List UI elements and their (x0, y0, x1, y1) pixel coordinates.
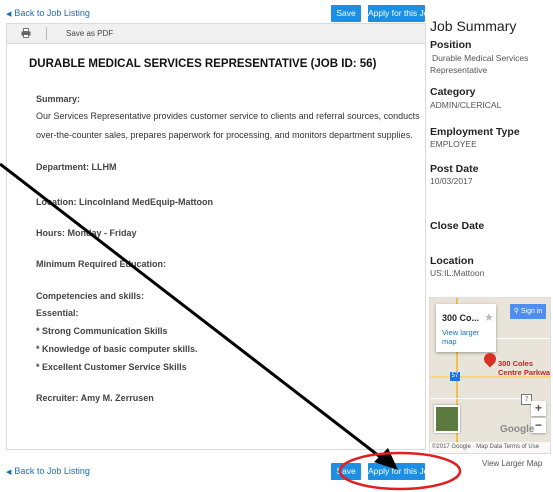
back-triangle-icon: ◀ (6, 11, 12, 18)
printer-icon[interactable] (21, 28, 31, 38)
min-education: Minimum Required Education: (36, 259, 167, 269)
google-logo: Google (500, 424, 535, 435)
map-place-title: 300 Co... (442, 313, 480, 323)
user-icon: ⚲ (513, 308, 519, 315)
apply-button-top[interactable]: Apply for this Job (368, 5, 433, 22)
essential-heading: Essential: (36, 308, 79, 318)
document-toolbar: Save as PDF (7, 24, 425, 44)
category-label: Category (430, 86, 476, 98)
skill-item: * Excellent Customer Service Skills (36, 362, 187, 372)
map-pin-icon[interactable] (481, 350, 499, 368)
sign-in-label: Sign in (520, 308, 543, 315)
map-place-card: 300 Co... ★ View larger map (436, 304, 496, 352)
star-icon[interactable]: ★ (484, 311, 494, 324)
position-label: Position (430, 39, 472, 51)
satellite-toggle[interactable] (434, 405, 460, 433)
back-to-job-listing-link-bottom[interactable]: ◀ Back to Job Listing (6, 466, 90, 476)
location-value: US:IL:Mattoon (430, 268, 485, 278)
category-value: ADMIN/CLERICAL (430, 100, 502, 110)
view-larger-map-line2: map (442, 337, 457, 346)
interstate-shield-icon: 57 (450, 372, 460, 381)
summary-line-1: Our Services Representative provides cus… (36, 111, 420, 121)
post-date-label: Post Date (430, 163, 479, 175)
close-date-label: Close Date (430, 220, 485, 232)
skill-item: * Knowledge of basic computer skills. (36, 344, 198, 354)
job-summary-heading: Job Summary (430, 18, 517, 34)
department: Department: LLHM (36, 162, 117, 172)
back-to-job-listing-link[interactable]: ◀ Back to Job Listing (6, 8, 90, 18)
save-button[interactable]: Save (331, 5, 361, 22)
skill-item: * Strong Communication Skills (36, 326, 168, 336)
save-as-pdf-link[interactable]: Save as PDF (66, 29, 113, 38)
hours: Hours: Monday - Friday (36, 228, 137, 238)
location-text: Location: Lincolnland MedEquip-Mattoon (36, 197, 213, 207)
post-date-value: 10/03/2017 (430, 176, 473, 186)
position-value-cont: Representative (430, 65, 488, 75)
summary-line-2: over-the-counter sales, prepares paperwo… (36, 130, 413, 140)
map-pin-label: 300 Coles Centre Parkway (498, 359, 551, 377)
position-value: Durable Medical Services (432, 53, 529, 63)
pin-label-line2: Centre Parkway (498, 368, 551, 377)
back-link-label: Back to Job Listing (14, 8, 90, 18)
map-sign-in-button[interactable]: ⚲ Sign in (510, 304, 546, 319)
map-footer[interactable]: ©2017 Google · Map Data Terms of Use (430, 442, 550, 453)
view-larger-map-line1: View larger (442, 328, 480, 337)
employment-type-label: Employment Type (430, 126, 520, 138)
job-detail-panel: Save as PDF DURABLE MEDICAL SERVICES REP… (6, 23, 426, 450)
back-link-label: Back to Job Listing (14, 466, 90, 476)
employment-type-value: EMPLOYEE (430, 139, 477, 149)
back-triangle-icon: ◀ (6, 469, 12, 476)
apply-button-bottom[interactable]: Apply for this Job (368, 463, 433, 480)
save-button-bottom[interactable]: Save (331, 463, 361, 480)
summary-heading: Summary: (36, 94, 81, 104)
location-label: Location (430, 255, 474, 267)
location-map[interactable]: 300 Co... ★ View larger map ⚲ Sign in 57 … (429, 297, 551, 454)
recruiter: Recruiter: Amy M. Zerrusen (36, 393, 154, 403)
job-title: DURABLE MEDICAL SERVICES REPRESENTATIVE … (29, 58, 377, 70)
competencies-heading: Competencies and skills: (36, 291, 145, 301)
map-road (430, 398, 520, 399)
view-larger-map-link[interactable]: View larger map (442, 328, 494, 346)
view-larger-map-bottom-link[interactable]: View Larger Map (482, 459, 542, 468)
toolbar-separator (46, 27, 47, 40)
zoom-in-button[interactable]: + (531, 401, 546, 416)
pin-label-line1: 300 Coles (498, 359, 534, 368)
